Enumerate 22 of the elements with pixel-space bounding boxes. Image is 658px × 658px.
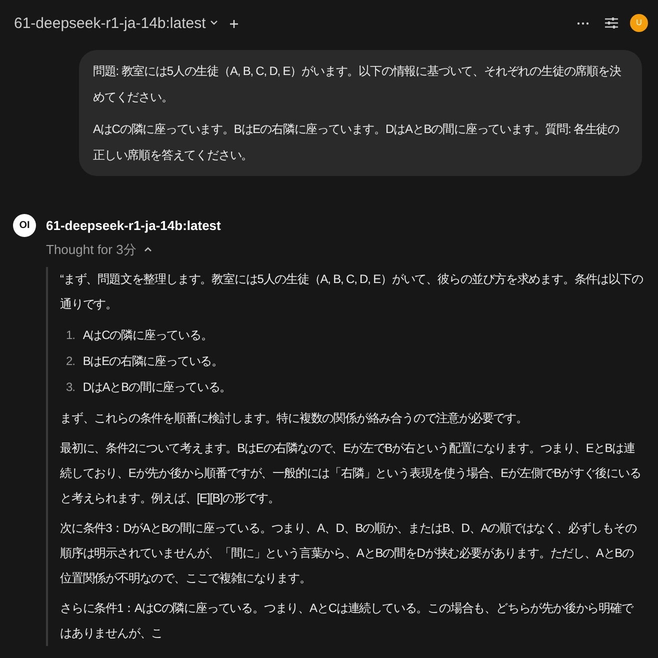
list-number: 2.	[66, 353, 75, 370]
chevron-up-icon	[144, 246, 152, 252]
assistant-name: 61-deepseek-r1-ja-14b:latest	[46, 217, 221, 235]
chevron-down-icon	[210, 20, 218, 26]
reasoning-text: 次に条件3：DがAとBの間に座っている。つまり、A、D、Bの順か、またはB、D、Aの順ではなく、必ずしもその順序は明示されていませんが、「間に」という言葉から、AとBの間をDが挟む必要があります。ただし、AとBの位置関係が不明なので、ここで複雑になります。	[60, 520, 638, 587]
assistant-avatar: OI	[13, 214, 36, 237]
reasoning-text: まず、これらの条件を順番に検討します。特に複数の関係が絡み合うので注意が必要です。	[60, 410, 528, 427]
list-item-text: DはAとBの間に座っている。	[82, 379, 232, 396]
list-item-text: BはEの右隣に座っている。	[82, 353, 224, 370]
reasoning-text: 最初に、条件2について考えます。BはEの右隣なので、Eが左でBが右という配置になります。つまり、EとBは連続しており、Eが先か後から順番ですが、一般的には「右隣」という表現を使う場合、Eが左側でBがすぐ後にいると考えられます。例えば、[E][B]の形です。	[60, 440, 642, 507]
reasoning-text: さらに条件1：AはCの隣に座っている。つまり、AとCは連続している。この場合も、どちらが先か後から明確ではありませんが、こ	[60, 600, 634, 642]
thought-toggle[interactable]: Thought for 3分	[46, 240, 221, 259]
list-number: 3.	[66, 379, 75, 396]
plus-icon	[230, 20, 238, 28]
model-selector[interactable]: 61-deepseek-r1-ja-14b:latest	[10, 16, 222, 30]
reasoning-text: “まず、問題文を整理します。教室には5人の生徒（A, B, C, D, E）がいて、彼らの並び方を求めます。条件は以下の通りです。	[60, 271, 644, 313]
list-number: 1.	[66, 327, 75, 344]
message-text: 問題: 教室には5人の生徒（A, B, C, D, E）がいます。以下の情報に基づいて、それぞれの生徒の席順を決めてください。	[93, 63, 622, 106]
sliders-icon	[605, 17, 618, 30]
more-icon	[577, 22, 589, 26]
message-text: AはCの隣に座っています。BはEの右隣に座っています。DはAとBの間に座っています。質問: 各生徒の正しい席順を答えてください。	[93, 121, 620, 164]
list-item-text: AはCの隣に座っている。	[82, 327, 212, 344]
